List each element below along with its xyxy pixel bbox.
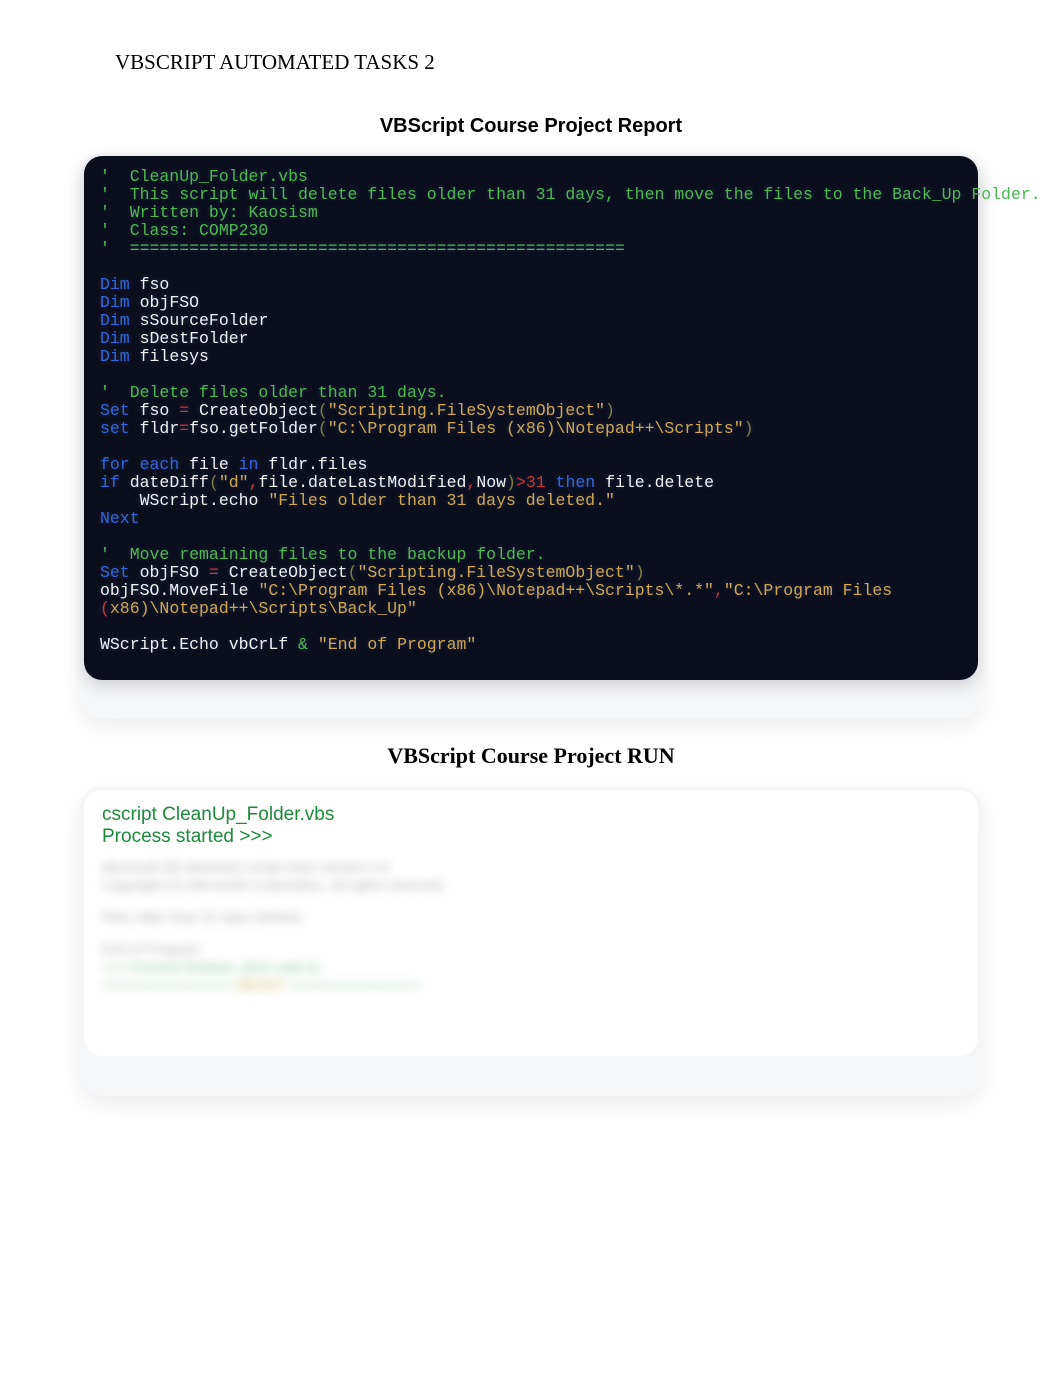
code-text: CreateObject — [219, 563, 348, 582]
code-text: fso — [130, 401, 180, 420]
code-text: dateDiff — [120, 473, 209, 492]
spacer — [102, 926, 960, 940]
code-comment: ' This script will delete files older th… — [100, 185, 1041, 204]
code-keyword-for: for — [100, 455, 130, 474]
code-operator-amp: & — [298, 635, 308, 654]
code-comment: ' Written by: Kaosism — [100, 203, 318, 222]
code-paren: ) — [506, 473, 516, 492]
run-blur-line: Microsoft (R) Windows Script Host Versio… — [102, 858, 960, 876]
code-keyword-then: then — [556, 473, 596, 492]
code-paren: ( — [318, 401, 328, 420]
code-comma: , — [466, 473, 476, 492]
code-string: "C:\Program Files (x86)\Notepad++\Script… — [258, 581, 713, 600]
code-comment: ' Class: COMP230 — [100, 221, 268, 240]
code-keyword-set: set — [100, 419, 130, 438]
code-text: WScript.echo — [100, 491, 268, 510]
code-text: file.delete — [595, 473, 714, 492]
code-string: "Files older than 31 days deleted." — [268, 491, 615, 510]
section-title-report: VBScript Course Project Report — [80, 115, 982, 138]
code-text: CreateObject — [189, 401, 318, 420]
code-keyword-set: Set — [100, 401, 130, 420]
code-string: "d" — [219, 473, 249, 492]
code-keyword-dim: Dim — [100, 293, 130, 312]
code-paren: ) — [605, 401, 615, 420]
run-blur-line: ================ READY ================ — [102, 976, 960, 994]
code-keyword-dim: Dim — [100, 311, 130, 330]
code-text: objFSO.MoveFile — [100, 581, 258, 600]
code-text: file.dateLastModified — [258, 473, 466, 492]
run-blur-line: Files older than 31 days deleted. — [102, 908, 960, 926]
run-blur-line: <<< Process finished. (Exit code 0) — [102, 958, 960, 976]
code-text: Now — [476, 473, 506, 492]
page-header: VBSCRIPT AUTOMATED TASKS 2 — [115, 50, 982, 75]
run-block: cscript CleanUp_Folder.vbs Process start… — [84, 790, 978, 1056]
code-var: sSourceFolder — [130, 311, 269, 330]
document-page: VBSCRIPT AUTOMATED TASKS 2 VBScript Cour… — [0, 0, 1062, 1136]
code-var: fso — [130, 275, 170, 294]
spacer — [102, 894, 960, 908]
code-comma: , — [714, 581, 724, 600]
code-text: fldr.files — [258, 455, 367, 474]
code-string: "C:\Program Files — [724, 581, 902, 600]
code-content: ' CleanUp_Folder.vbs ' This script will … — [100, 168, 962, 654]
code-number: 31 — [526, 473, 546, 492]
code-string: "Scripting.FileSystemObject" — [357, 563, 634, 582]
code-comment: ' Move remaining files to the backup fol… — [100, 545, 546, 564]
code-keyword-next: Next — [100, 509, 140, 528]
code-keyword-set: Set — [100, 563, 130, 582]
code-paren: ) — [744, 419, 754, 438]
code-var: filesys — [130, 347, 209, 366]
run-blur-eq: ================ — [102, 977, 237, 993]
code-var: sDestFolder — [130, 329, 249, 348]
code-keyword-each: each — [140, 455, 180, 474]
run-blur-line: Copyright (C) Microsoft Corporation. All… — [102, 876, 960, 894]
code-keyword-if: if — [100, 473, 120, 492]
run-line-command: cscript CleanUp_Folder.vbs — [102, 804, 960, 826]
code-string: x86)\Notepad++\Scripts\Back_Up" — [110, 599, 417, 618]
code-text: file — [179, 455, 238, 474]
code-text: objFSO — [130, 563, 209, 582]
run-block-wrap: cscript CleanUp_Folder.vbs Process start… — [80, 787, 982, 1096]
code-paren: ( — [348, 563, 358, 582]
code-text: fldr — [130, 419, 180, 438]
code-comment: ' Delete files older than 31 days. — [100, 383, 447, 402]
code-block: ' CleanUp_Folder.vbs ' This script will … — [84, 156, 978, 680]
code-paren: ( — [209, 473, 219, 492]
code-var: objFSO — [130, 293, 199, 312]
code-comment: ' ======================================… — [100, 239, 625, 258]
code-string: "C:\Program Files (x86)\Notepad++\Script… — [328, 419, 744, 438]
code-keyword-dim: Dim — [100, 329, 130, 348]
run-blur-line: End of Program — [102, 940, 960, 958]
code-paren: ( — [318, 419, 328, 438]
run-blur-ready: READY — [237, 977, 286, 993]
code-paren-red: ( — [100, 599, 110, 618]
run-line-started: Process started >>> — [102, 826, 960, 848]
code-block-wrap: ' CleanUp_Folder.vbs ' This script will … — [80, 153, 982, 718]
code-operator: = — [179, 401, 189, 420]
run-blurred-output: Microsoft (R) Windows Script Host Versio… — [102, 858, 960, 994]
code-keyword-in: in — [239, 455, 259, 474]
code-string: "Scripting.FileSystemObject" — [328, 401, 605, 420]
code-comment: ' CleanUp_Folder.vbs — [100, 167, 308, 186]
section-title-run: VBScript Course Project RUN — [80, 743, 982, 769]
code-string: "End of Program" — [308, 635, 476, 654]
code-keyword-dim: Dim — [100, 275, 130, 294]
run-blur-eq: ================ — [286, 977, 421, 993]
code-operator: = — [209, 563, 219, 582]
code-comma: , — [249, 473, 259, 492]
code-operator: = — [179, 419, 189, 438]
code-operator: > — [516, 473, 526, 492]
code-keyword-dim: Dim — [100, 347, 130, 366]
code-text: fso.getFolder — [189, 419, 318, 438]
code-paren: ) — [635, 563, 645, 582]
code-text: WScript.Echo vbCrLf — [100, 635, 298, 654]
